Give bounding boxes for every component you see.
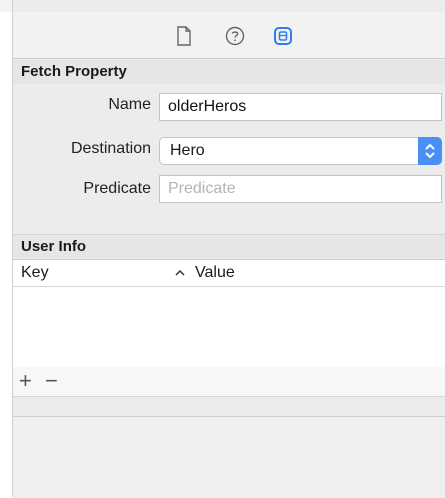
user-info-table[interactable]: Key Value bbox=[13, 259, 445, 369]
inspector-panel: Fetch Property Name olderHeros Destinati… bbox=[12, 0, 445, 498]
table-footer: + − bbox=[13, 367, 445, 397]
remove-button[interactable]: − bbox=[45, 369, 58, 393]
column-value[interactable]: Value bbox=[195, 260, 235, 286]
editor-gutter bbox=[0, 12, 12, 497]
select-stepper[interactable] bbox=[418, 137, 442, 165]
predicate-label: Predicate bbox=[83, 180, 151, 197]
predicate-field[interactable]: Predicate bbox=[159, 175, 442, 203]
column-key[interactable]: Key bbox=[21, 260, 49, 286]
fetch-property-header: Fetch Property bbox=[13, 60, 445, 84]
sort-ascending-icon bbox=[175, 269, 185, 276]
destination-label: Destination bbox=[70, 140, 151, 157]
file-icon[interactable] bbox=[173, 25, 195, 47]
destination-value: Hero bbox=[170, 142, 205, 159]
inspector-toolbar bbox=[13, 12, 445, 59]
help-icon[interactable] bbox=[224, 25, 246, 47]
data-model-inspector-icon[interactable] bbox=[272, 25, 294, 47]
chevron-up-down-icon bbox=[425, 143, 435, 159]
table-header: Key Value bbox=[13, 260, 445, 287]
destination-select[interactable]: Hero bbox=[159, 137, 442, 165]
empty-inspector-area bbox=[13, 416, 445, 498]
name-label: Name bbox=[108, 96, 151, 113]
add-button[interactable]: + bbox=[19, 369, 32, 393]
user-info-header: User Info bbox=[13, 234, 445, 258]
name-field[interactable]: olderHeros bbox=[159, 93, 442, 121]
